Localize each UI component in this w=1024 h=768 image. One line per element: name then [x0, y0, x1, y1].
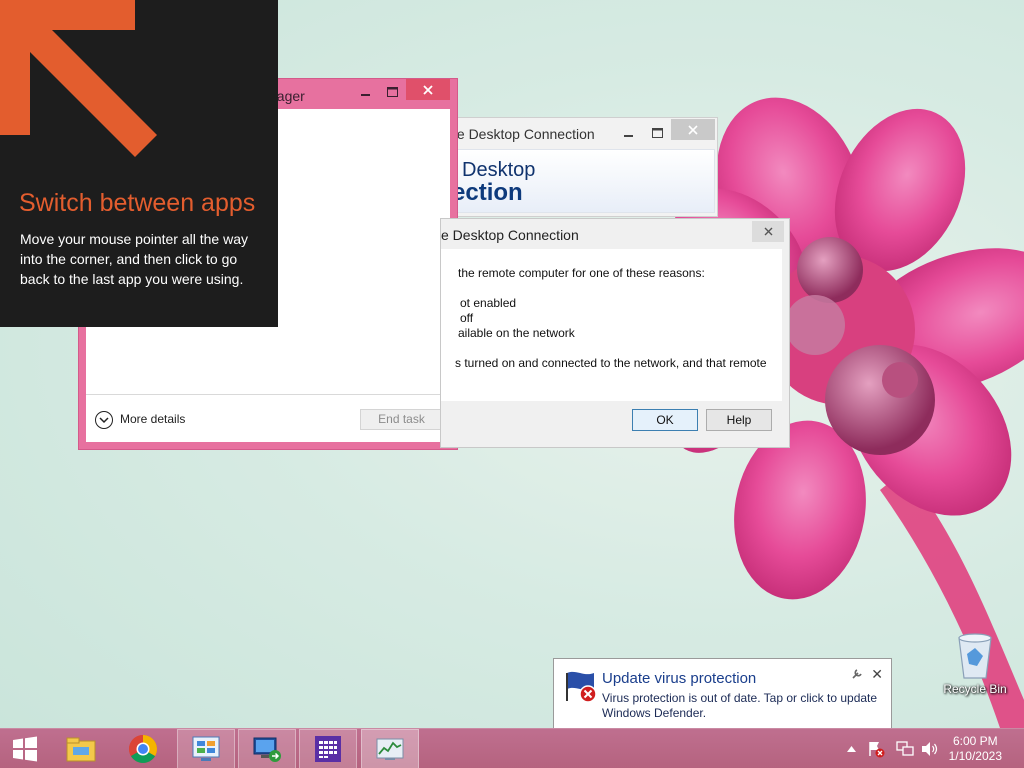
maximize-button[interactable]: [379, 81, 405, 102]
file-explorer-icon: [66, 737, 96, 762]
error-line: s turned on and connected to the network…: [455, 356, 767, 370]
switch-apps-tip[interactable]: Switch between apps Move your mouse poin…: [0, 0, 278, 327]
close-icon: [688, 124, 698, 135]
recycle-bin-icon: [958, 633, 992, 679]
task-manager-footer: More details End task: [86, 394, 450, 442]
tip-title: Switch between apps: [19, 189, 256, 217]
start-button[interactable]: [0, 729, 50, 768]
error-line: off: [460, 311, 474, 325]
error-line: ailable on the network: [458, 326, 575, 340]
maximize-icon: [651, 127, 663, 138]
close-icon: [764, 227, 772, 236]
close-button[interactable]: [406, 79, 450, 100]
taskbar-chrome[interactable]: [116, 729, 170, 768]
error-message: the remote computer for one of these rea…: [441, 249, 782, 401]
dialog-title: e Desktop Connection: [441, 227, 579, 243]
network-icon: [896, 741, 914, 756]
tray-network[interactable]: [895, 739, 915, 759]
titlebar[interactable]: te Desktop Connection: [441, 118, 717, 148]
close-icon[interactable]: ✕: [871, 666, 883, 683]
tip-body: Move your mouse pointer all the way into…: [20, 231, 248, 287]
clock-time: 6:00 PM: [952, 734, 998, 748]
window-title: te Desktop Connection: [453, 126, 595, 142]
close-button[interactable]: [671, 119, 715, 140]
taskbar-control-panel[interactable]: [177, 729, 235, 768]
end-task-button[interactable]: End task: [360, 409, 443, 430]
defender-notification[interactable]: Update virus protection Virus protection…: [553, 658, 892, 741]
close-button[interactable]: [752, 221, 784, 242]
task-manager-icon: [376, 738, 404, 760]
remote-desktop-window[interactable]: te Desktop Connection Desktop ection: [440, 117, 718, 217]
taskbar-calendar[interactable]: [299, 729, 357, 768]
taskbar-task-manager[interactable]: [361, 729, 419, 768]
chrome-icon: [129, 735, 157, 763]
error-line: the remote computer for one of these rea…: [458, 266, 705, 280]
minimize-button[interactable]: [615, 122, 643, 143]
show-hidden-icons-button[interactable]: [844, 739, 858, 759]
settings-wrench-icon[interactable]: [851, 668, 863, 680]
flag-warning-icon: [869, 742, 885, 758]
close-icon: [423, 84, 433, 95]
help-button[interactable]: Help: [706, 409, 772, 431]
remote-desktop-icon: [253, 737, 281, 762]
banner-line-2: ection: [452, 179, 523, 206]
minimize-icon: [361, 93, 370, 96]
speaker-icon: [922, 742, 938, 756]
recycle-bin-shortcut[interactable]: Recycle Bin: [940, 630, 1010, 700]
tray-volume[interactable]: [920, 739, 940, 759]
error-line: ot enabled: [460, 296, 517, 310]
chevron-down-icon[interactable]: [95, 411, 113, 429]
chevron-up-icon: [846, 746, 856, 752]
taskbar: 6:00 PM 1/10/2023: [0, 728, 1024, 768]
maximize-button[interactable]: [643, 122, 671, 143]
calendar-app-icon: [315, 736, 341, 762]
ok-button[interactable]: OK: [632, 409, 698, 431]
tray-action-center[interactable]: [866, 739, 886, 759]
more-details-link[interactable]: More details: [120, 412, 185, 426]
maximize-icon: [386, 86, 398, 97]
remote-desktop-error-dialog[interactable]: e Desktop Connection the remote computer…: [440, 218, 790, 448]
defender-warning-icon: [566, 671, 597, 703]
remote-desktop-banner: Desktop ection: [447, 149, 715, 213]
arrow-up-left-icon: [0, 0, 157, 157]
recycle-bin-label: Recycle Bin: [943, 682, 1007, 696]
start-icon: [13, 736, 37, 762]
minimize-button[interactable]: [353, 81, 379, 102]
notification-text: Virus protection is out of date. Tap or …: [602, 691, 878, 720]
clock[interactable]: 6:00 PM 1/10/2023: [949, 734, 1002, 764]
notification-title: Update virus protection: [602, 670, 757, 687]
taskbar-remote-desktop[interactable]: [238, 729, 296, 768]
minimize-icon: [624, 134, 633, 137]
clock-date: 1/10/2023: [948, 749, 1002, 763]
control-panel-icon: [192, 736, 220, 761]
titlebar[interactable]: e Desktop Connection: [441, 219, 789, 249]
taskbar-file-explorer[interactable]: [54, 729, 108, 768]
